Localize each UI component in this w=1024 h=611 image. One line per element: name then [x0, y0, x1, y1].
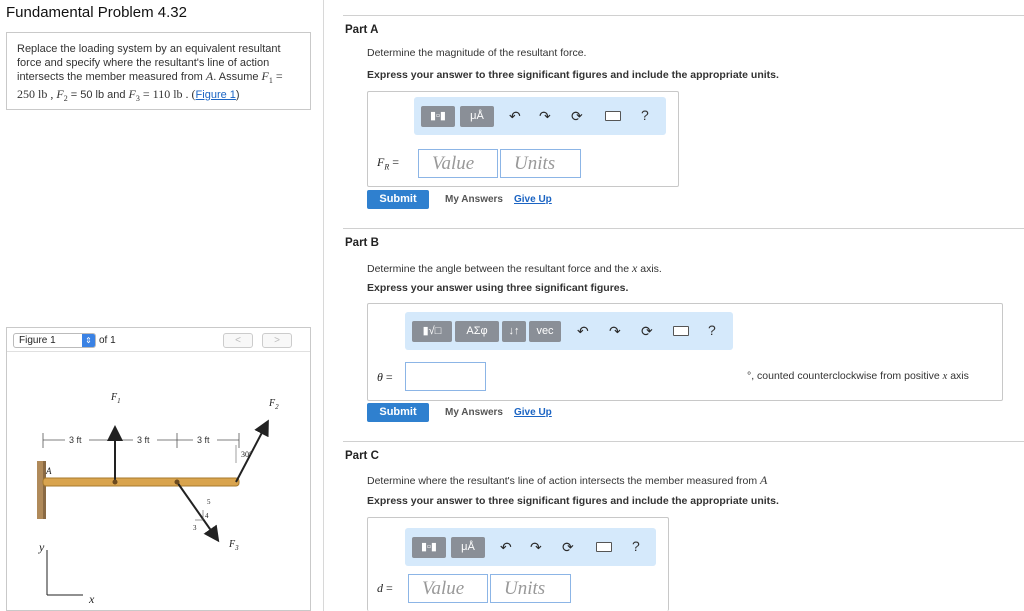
selector-arrow-icon: ⇕: [82, 334, 95, 347]
prev-figure-button[interactable]: <: [223, 333, 253, 348]
part-b-give-up-link[interactable]: Give Up: [514, 407, 552, 418]
help-icon-b[interactable]: ?: [708, 322, 716, 338]
part-b-question: Determine the angle between the resultan…: [367, 261, 662, 275]
figure-count: of 1: [99, 335, 116, 346]
label-f3: F3: [228, 539, 239, 552]
part-c-toolbar: ▮▫▮ μÅ ↶ ↷ ⟳ ?: [405, 528, 656, 566]
undo-icon[interactable]: ↶: [509, 107, 521, 125]
reset-icon[interactable]: ⟳: [571, 107, 583, 125]
part-c-question: Determine where the resultant's line of …: [367, 473, 768, 487]
problem-line-1: Replace the loading system by an equival…: [17, 43, 281, 55]
templates-button-c[interactable]: ▮▫▮: [412, 537, 446, 558]
part-c-instruction: Express your answer to three significant…: [367, 495, 779, 507]
part-c-value-input[interactable]: Value: [408, 574, 488, 603]
figure-panel: Figure 1 ⇕ of 1 < > 3 ft 3 ft 3 ft F1 30…: [6, 327, 311, 611]
angle-label: 30°: [241, 450, 252, 459]
part-b-title: Part B: [345, 237, 379, 249]
units-button-c[interactable]: μÅ: [451, 537, 485, 558]
problem-title: Fundamental Problem 4.32: [6, 4, 187, 21]
problem-line-4: 250 lb , F2 = 50 lb and F3 = 110 lb . (F…: [17, 86, 240, 103]
part-a-question: Determine the magnitude of the resultant…: [367, 47, 587, 59]
part-c-answer-box: ▮▫▮ μÅ ↶ ↷ ⟳ ? d = Value Units: [367, 517, 669, 611]
slope-label-5: 5: [207, 498, 211, 506]
part-b-suffix: °, counted counterclockwise from positiv…: [747, 370, 969, 382]
redo-icon[interactable]: ↷: [539, 107, 551, 125]
part-a-submit-button[interactable]: Submit: [367, 190, 429, 209]
keyboard-icon-b[interactable]: [673, 326, 689, 336]
part-b-answer-box: ▮√□ ΑΣφ ↓↑ vec ↶ ↷ ⟳ ? θ = °, counted co…: [367, 303, 1003, 401]
help-icon-c[interactable]: ?: [632, 538, 640, 554]
part-a-toolbar: ▮▫▮ μÅ ↶ ↷ ⟳ ?: [414, 97, 666, 135]
templates-button[interactable]: ▮▫▮: [421, 106, 455, 127]
figure-selector[interactable]: Figure 1 ⇕: [13, 333, 96, 348]
greek-button[interactable]: ΑΣφ: [455, 321, 499, 342]
slope-label-4: 4: [205, 512, 209, 520]
reset-icon-c[interactable]: ⟳: [562, 538, 574, 556]
part-a-answer-box: ▮▫▮ μÅ ↶ ↷ ⟳ ? FR = Value Units: [367, 91, 679, 187]
force-arrow-f3: [176, 481, 220, 543]
units-button[interactable]: μÅ: [460, 106, 494, 127]
figure-toolbar: Figure 1 ⇕ of 1 < >: [7, 328, 310, 352]
part-a-give-up-link[interactable]: Give Up: [514, 194, 552, 205]
label-point-a: A: [45, 466, 52, 476]
undo-icon-b[interactable]: ↶: [577, 322, 589, 340]
label-f2: F2: [268, 398, 279, 411]
part-a-instruction: Express your answer to three significant…: [367, 69, 779, 81]
dim-label-1: 3 ft: [69, 435, 82, 445]
divider-a-b: [343, 228, 1024, 229]
column-divider: [323, 0, 324, 611]
redo-icon-c[interactable]: ↷: [530, 538, 542, 556]
axis-y-label: y: [38, 540, 45, 554]
keyboard-icon[interactable]: [605, 111, 621, 121]
part-b-submit-button[interactable]: Submit: [367, 403, 429, 422]
part-b-instruction: Express your answer using three signific…: [367, 282, 629, 294]
part-a-value-input[interactable]: Value: [418, 149, 498, 178]
next-figure-button[interactable]: >: [262, 333, 292, 348]
figure-link[interactable]: Figure 1: [196, 89, 236, 101]
label-f1: F1: [110, 392, 121, 405]
part-c-title: Part C: [345, 450, 379, 462]
part-c-units-input[interactable]: Units: [490, 574, 571, 603]
part-a-units-input[interactable]: Units: [500, 149, 581, 178]
part-a-my-answers-link[interactable]: My Answers: [445, 194, 503, 205]
problem-line-2: force and specify where the resultant's …: [17, 56, 270, 69]
part-a-title: Part A: [345, 24, 379, 36]
problem-line-3: intersects the member measured from A. A…: [17, 69, 283, 86]
part-c-label: d =: [377, 581, 393, 595]
dim-label-2: 3 ft: [137, 435, 150, 445]
keyboard-icon-c[interactable]: [596, 542, 612, 552]
part-b-value-input[interactable]: [405, 362, 486, 391]
sort-button[interactable]: ↓↑: [502, 321, 526, 342]
divider-b-c: [343, 441, 1024, 442]
templates-button-b[interactable]: ▮√□: [412, 321, 452, 342]
problem-statement: Replace the loading system by an equival…: [6, 32, 311, 110]
divider-top: [343, 15, 1024, 16]
part-b-my-answers-link[interactable]: My Answers: [445, 407, 503, 418]
axis-x-label: x: [88, 592, 95, 606]
part-b-label: θ =: [377, 370, 393, 384]
dim-label-3: 3 ft: [197, 435, 210, 445]
vec-button[interactable]: vec: [529, 321, 561, 342]
figure-diagram: 3 ft 3 ft 3 ft F1 30° F2 3 4 5 F3 A y x: [37, 392, 279, 606]
part-b-toolbar: ▮√□ ΑΣφ ↓↑ vec ↶ ↷ ⟳ ?: [405, 312, 733, 350]
reset-icon-b[interactable]: ⟳: [641, 322, 653, 340]
part-a-label: FR =: [377, 155, 400, 172]
beam: [42, 477, 240, 487]
slope-label-3: 3: [193, 524, 197, 532]
help-icon[interactable]: ?: [641, 107, 649, 123]
redo-icon-b[interactable]: ↷: [609, 322, 621, 340]
wall-support: [37, 461, 43, 519]
undo-icon-c[interactable]: ↶: [500, 538, 512, 556]
